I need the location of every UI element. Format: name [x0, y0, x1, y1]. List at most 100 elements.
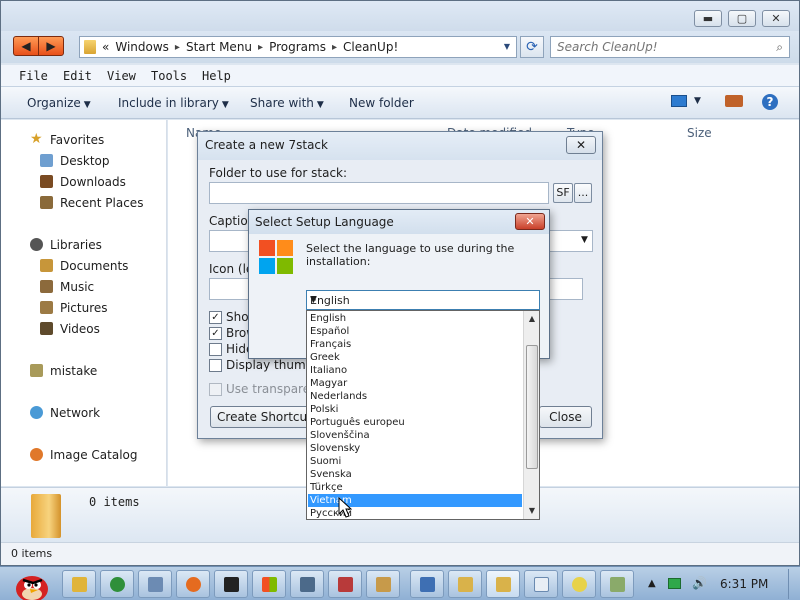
- browse-checkbox[interactable]: ✓: [209, 327, 222, 340]
- minimize-button[interactable]: ▬: [694, 10, 722, 27]
- volume-icon[interactable]: 🔊: [692, 576, 707, 590]
- breadcrumb-windows[interactable]: Windows: [115, 40, 169, 54]
- desktop-icon: [40, 154, 53, 167]
- nav-favorites[interactable]: Favorites: [50, 133, 104, 147]
- taskbar-archive-button[interactable]: [366, 570, 400, 598]
- nav-desktop[interactable]: Desktop: [60, 154, 110, 168]
- nav-pictures[interactable]: Pictures: [60, 301, 108, 315]
- search-input[interactable]: [551, 37, 761, 57]
- taskbar-app-button[interactable]: [328, 570, 362, 598]
- taskbar-chrome-button[interactable]: [100, 570, 134, 598]
- menu-view[interactable]: View: [107, 69, 136, 83]
- taskbar-task-manager-button[interactable]: [290, 570, 324, 598]
- language-option[interactable]: Português europeu: [308, 416, 522, 429]
- taskbar-installer-active-button[interactable]: [486, 570, 520, 598]
- view-options-icon[interactable]: ▼: [694, 96, 701, 106]
- scroll-down-icon[interactable]: ▼: [524, 503, 540, 519]
- share-with-button[interactable]: Share with ▼: [250, 96, 324, 110]
- language-option[interactable]: Magyar: [308, 377, 522, 390]
- nav-downloads[interactable]: Downloads: [60, 175, 126, 189]
- maximize-button[interactable]: ▢: [728, 10, 756, 27]
- show-checkbox[interactable]: ✓: [209, 311, 222, 324]
- menu-tools[interactable]: Tools: [151, 69, 187, 83]
- hide-checkbox[interactable]: [209, 343, 222, 356]
- organize-button[interactable]: Organize ▼: [27, 96, 91, 110]
- language-option[interactable]: Slovenščina: [308, 429, 522, 442]
- taskbar-keyboard-button[interactable]: [138, 570, 172, 598]
- nav-image-catalog[interactable]: Image Catalog: [50, 448, 137, 462]
- folder-input[interactable]: [209, 182, 549, 204]
- menu-file[interactable]: File: [19, 69, 48, 83]
- language-option[interactable]: Nederlands: [308, 390, 522, 403]
- nav-documents[interactable]: Documents: [60, 259, 128, 273]
- back-button[interactable]: ◀: [14, 37, 38, 55]
- column-size[interactable]: Size: [687, 126, 712, 140]
- scroll-up-icon[interactable]: ▲: [524, 311, 540, 327]
- menu-help[interactable]: Help: [202, 69, 231, 83]
- refresh-icon[interactable]: ⟳: [520, 36, 544, 58]
- taskbar-7stack-button[interactable]: [600, 570, 634, 598]
- search-icon[interactable]: ⌕: [776, 40, 783, 55]
- language-option[interactable]: Italiano: [308, 364, 522, 377]
- language-option[interactable]: Español: [308, 325, 522, 338]
- help-icon[interactable]: ?: [762, 94, 778, 110]
- nav-network[interactable]: Network: [50, 406, 100, 420]
- scroll-thumb[interactable]: [526, 345, 538, 469]
- folder-icon: [72, 577, 87, 592]
- breadcrumb-separator-icon[interactable]: ▸: [175, 42, 180, 53]
- show-desktop-button[interactable]: [788, 569, 798, 599]
- breadcrumb-start-menu[interactable]: Start Menu: [186, 40, 252, 54]
- forward-button[interactable]: ▶: [38, 37, 63, 55]
- preview-pane-icon[interactable]: [725, 95, 743, 107]
- show-hidden-icons[interactable]: ▲: [648, 578, 656, 589]
- nav-libraries[interactable]: Libraries: [50, 238, 102, 252]
- display-thumbnails-checkbox[interactable]: [209, 359, 222, 372]
- start-button[interactable]: [8, 567, 52, 600]
- sf-button[interactable]: SF: [553, 183, 573, 203]
- taskbar-cmd-button[interactable]: [214, 570, 248, 598]
- taskbar-search-button[interactable]: [562, 570, 596, 598]
- language-option[interactable]: Français: [308, 338, 522, 351]
- nav-mistake[interactable]: mistake: [50, 364, 97, 378]
- chevron-down-icon[interactable]: ▼: [581, 235, 588, 245]
- address-dropdown-icon[interactable]: ▼: [504, 42, 510, 51]
- new-folder-button[interactable]: New folder: [349, 96, 414, 110]
- browse-button[interactable]: ...: [574, 183, 592, 203]
- language-option[interactable]: Greek: [308, 351, 522, 364]
- taskbar-installer-button[interactable]: [448, 570, 482, 598]
- language-select[interactable]: English ▼: [306, 290, 540, 310]
- taskbar-setup-button[interactable]: [252, 570, 286, 598]
- breadcrumb-separator-icon[interactable]: ▸: [258, 42, 263, 53]
- taskbar-explorer-button[interactable]: [62, 570, 96, 598]
- breadcrumb-programs[interactable]: Programs: [269, 40, 326, 54]
- language-option[interactable]: Suomi: [308, 455, 522, 468]
- folder-icon: [31, 494, 61, 538]
- language-option[interactable]: Slovensky: [308, 442, 522, 455]
- nav-videos[interactable]: Videos: [60, 322, 100, 336]
- language-option[interactable]: Svenska: [308, 468, 522, 481]
- use-transparent-checkbox[interactable]: [209, 383, 222, 396]
- breadcrumb-cleanup[interactable]: CleanUp!: [343, 40, 398, 54]
- breadcrumb-separator-icon[interactable]: ▸: [332, 42, 337, 53]
- language-option[interactable]: English: [308, 312, 522, 325]
- close-button[interactable]: Close: [539, 406, 592, 428]
- dialog-close-button[interactable]: ✕: [566, 136, 596, 154]
- language-close-button[interactable]: ✕: [515, 213, 545, 230]
- nav-recent-places[interactable]: Recent Places: [60, 196, 143, 210]
- close-window-button[interactable]: ✕: [762, 10, 790, 27]
- language-option[interactable]: Türkçe: [308, 481, 522, 494]
- clock[interactable]: 6:31 PM: [720, 577, 768, 591]
- overflow-chevron[interactable]: «: [102, 40, 109, 54]
- address-bar[interactable]: « Windows ▸ Start Menu ▸ Programs ▸ Clea…: [79, 36, 517, 58]
- include-in-library-button[interactable]: Include in library ▼: [118, 96, 229, 110]
- change-view-icon[interactable]: [671, 95, 687, 107]
- language-option[interactable]: Polski: [308, 403, 522, 416]
- taskbar-network-button[interactable]: [410, 570, 444, 598]
- chevron-down-icon[interactable]: ▼: [310, 295, 535, 305]
- battery-icon[interactable]: [668, 578, 681, 589]
- taskbar-notepad-button[interactable]: [524, 570, 558, 598]
- menu-edit[interactable]: Edit: [63, 69, 92, 83]
- taskbar-firefox-button[interactable]: [176, 570, 210, 598]
- dropdown-scrollbar[interactable]: ▲ ▼: [523, 311, 539, 519]
- nav-music[interactable]: Music: [60, 280, 94, 294]
